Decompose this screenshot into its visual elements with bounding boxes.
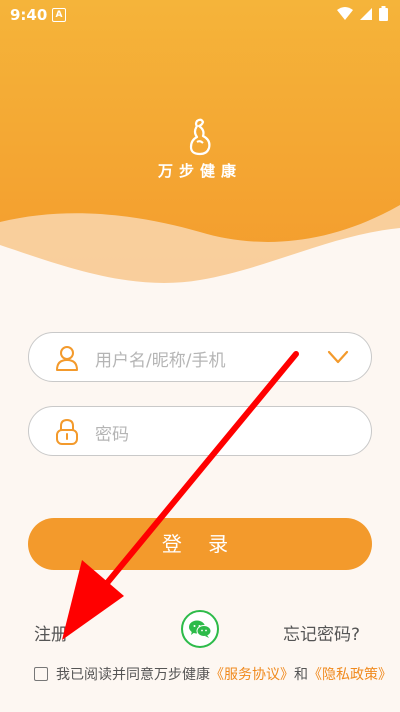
password-field[interactable]: 密码	[28, 406, 372, 456]
chevron-down-icon[interactable]	[327, 349, 349, 365]
status-icons	[337, 6, 388, 21]
user-icon	[56, 346, 78, 371]
password-placeholder: 密码	[95, 425, 129, 445]
signal-icon	[360, 7, 372, 20]
status-time: 9:40	[10, 6, 48, 24]
register-link[interactable]: 注册	[34, 620, 68, 645]
agreement-and: 和	[294, 667, 308, 683]
status-bar: 9:40 A	[0, 0, 400, 30]
username-placeholder: 用户名/昵称/手机	[95, 351, 226, 371]
battery-icon	[379, 6, 388, 21]
wechat-login-button[interactable]	[181, 610, 219, 648]
agreement-checkbox[interactable]	[34, 667, 48, 681]
lock-icon	[56, 419, 78, 445]
agreement-row: 我已阅读并同意万步健康 《服务协议》 和 《隐私政策》	[34, 664, 392, 684]
app-logo-icon	[189, 118, 211, 156]
service-agreement-link[interactable]: 《服务协议》	[210, 664, 294, 684]
agreement-text: 我已阅读并同意万步健康	[56, 667, 210, 683]
username-field[interactable]: 用户名/昵称/手机	[28, 332, 372, 382]
wifi-icon	[337, 6, 353, 20]
privacy-policy-link[interactable]: 《隐私政策》	[308, 664, 392, 684]
notification-icon: A	[52, 8, 66, 22]
app-name: 万步健康	[157, 162, 242, 180]
wechat-icon	[189, 620, 212, 638]
forgot-password-link[interactable]: 忘记密码?	[283, 620, 360, 645]
login-button[interactable]: 登 录	[28, 518, 372, 570]
